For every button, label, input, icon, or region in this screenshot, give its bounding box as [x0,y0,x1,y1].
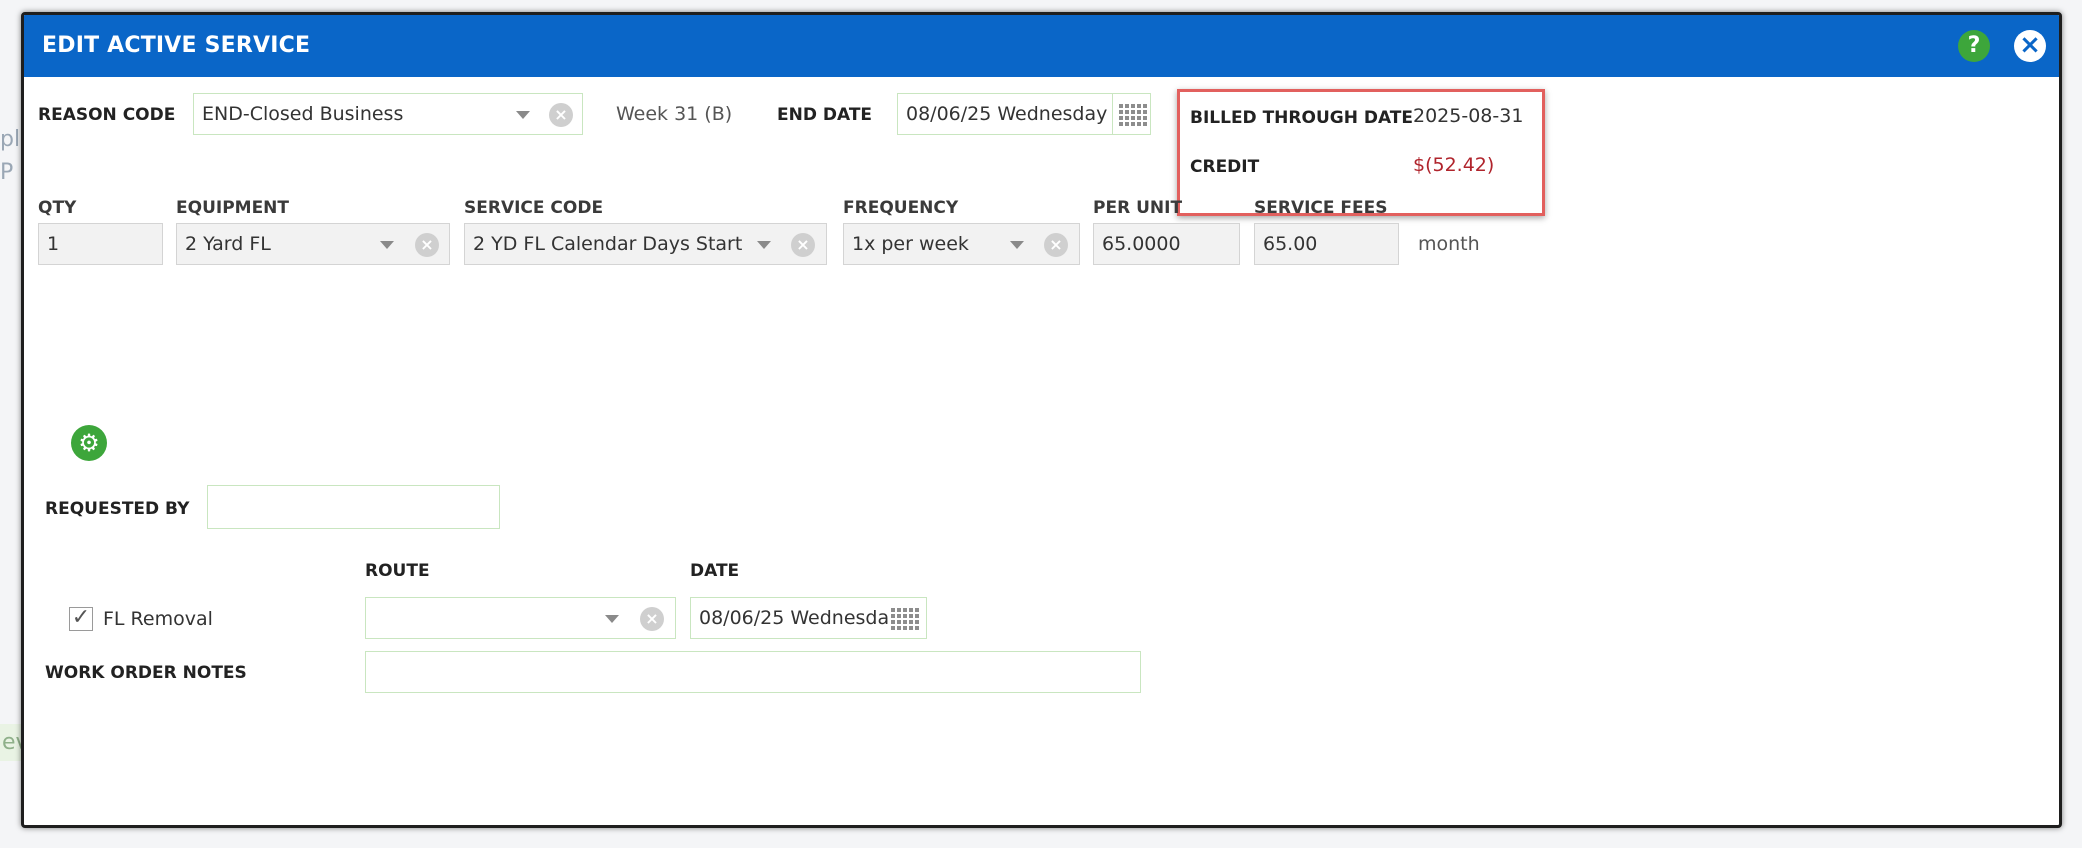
date-label: DATE [690,561,740,581]
frequency-select[interactable]: 1x per week × [843,223,1080,265]
end-date-value: 08/06/25 Wednesday [906,103,1108,125]
fl-removal-label: FL Removal [103,608,213,630]
frequency-value: 1x per week [852,233,969,255]
gear-icon[interactable]: ⚙ [71,425,107,461]
clear-icon[interactable]: × [791,233,815,257]
qty-field[interactable]: 1 [38,223,163,265]
help-icon[interactable]: ? [1958,30,1990,62]
dialog-title: EDIT ACTIVE SERVICE [42,33,311,58]
equipment-label: EQUIPMENT [176,198,290,218]
route-select[interactable]: × [365,597,676,639]
removal-date-value: 08/06/25 Wednesda [699,607,889,629]
clear-icon[interactable]: × [549,103,573,127]
clear-icon[interactable]: × [640,607,664,631]
background-text-fragment: pl [0,127,21,152]
qty-label: QTY [38,198,77,218]
separator [1112,94,1113,134]
dialog-titlebar: EDIT ACTIVE SERVICE ? × [24,15,2059,77]
calendar-icon[interactable] [891,606,919,630]
reason-code-label: REASON CODE [38,105,176,125]
service-fees-field[interactable]: 65.00 [1254,223,1399,265]
chevron-down-icon[interactable] [380,241,394,249]
billed-through-date-value: 2025-08-31 [1413,105,1524,127]
work-order-notes-input[interactable] [365,651,1141,693]
week-indicator: Week 31 (B) [616,103,733,125]
equipment-select[interactable]: 2 Yard FL × [176,223,450,265]
chevron-down-icon[interactable] [757,241,771,249]
clear-icon[interactable]: × [415,233,439,257]
work-order-notes-label: WORK ORDER NOTES [45,663,247,683]
clear-icon[interactable]: × [1044,233,1068,257]
end-date-label: END DATE [777,105,873,125]
close-icon[interactable]: × [2014,30,2046,62]
chevron-down-icon[interactable] [605,615,619,623]
billing-summary-highlight: BILLED THROUGH DATE 2025-08-31 CREDIT $(… [1177,89,1545,216]
route-label: ROUTE [365,561,430,581]
chevron-down-icon[interactable] [516,111,530,119]
frequency-label: FREQUENCY [843,198,959,218]
service-code-select[interactable]: 2 YD FL Calendar Days Start a × [464,223,827,265]
reason-code-select[interactable]: END-Closed Business × [193,93,583,135]
chevron-down-icon[interactable] [1010,241,1024,249]
edit-active-service-dialog: EDIT ACTIVE SERVICE ? × REASON CODE END-… [21,12,2062,828]
credit-value: $(52.42) [1413,154,1495,176]
requested-by-input[interactable] [207,485,500,529]
end-date-input[interactable]: 08/06/25 Wednesday [897,93,1151,135]
service-code-label: SERVICE CODE [464,198,604,218]
per-unit-value: 65.0000 [1102,233,1181,255]
per-unit-field[interactable]: 65.0000 [1093,223,1240,265]
background-text-fragment: P [0,160,14,185]
fee-unit-label: month [1418,233,1480,255]
reason-code-value: END-Closed Business [202,103,404,125]
per-unit-label: PER UNIT [1093,198,1183,218]
service-code-value: 2 YD FL Calendar Days Start a [473,233,745,255]
service-fees-label: SERVICE FEES [1254,198,1388,218]
removal-date-input[interactable]: 08/06/25 Wednesda [690,597,927,639]
billed-through-date-label: BILLED THROUGH DATE [1190,108,1414,128]
service-fees-value: 65.00 [1263,233,1318,255]
equipment-value: 2 Yard FL [185,233,271,255]
credit-label: CREDIT [1190,157,1260,177]
requested-by-label: REQUESTED BY [45,499,190,519]
calendar-icon[interactable] [1119,102,1147,126]
fl-removal-checkbox[interactable]: ✓ [69,607,93,631]
qty-value: 1 [47,233,60,255]
